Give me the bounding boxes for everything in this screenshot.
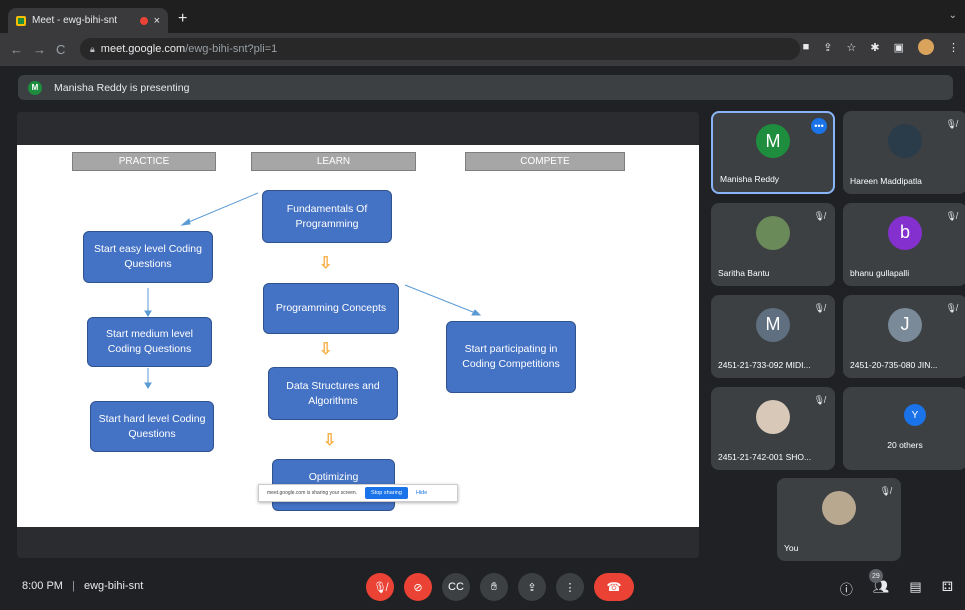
practice-box-medium: Start medium level Coding Questions <box>87 317 212 367</box>
participant-name: Manisha Reddy <box>720 174 780 184</box>
lock-icon[interactable]: 🔒︎ <box>90 44 95 55</box>
participant-name: 2451-20-735-080 JIN... <box>850 360 938 370</box>
browser-tab[interactable]: Meet - ewg-bihi-snt × <box>8 8 168 33</box>
avatar <box>888 123 922 158</box>
participant-tile[interactable]: 🎙︎̸ 2451-21-742-001 SHO... <box>711 387 835 470</box>
url-domain: meet.google.com <box>100 43 186 55</box>
mic-off-icon: 🎙︎̸ <box>813 211 825 221</box>
more-icon[interactable]: ⋮ <box>556 573 584 601</box>
side-panel-icon[interactable]: ▣ <box>894 41 904 55</box>
stop-sharing-button[interactable]: Stop sharing <box>365 487 408 499</box>
compete-box: Start participating in Coding Competitio… <box>446 321 576 393</box>
others-count: 20 others <box>887 440 923 450</box>
separator: | <box>72 580 75 592</box>
mic-off-icon: 🎙︎̸ <box>813 395 825 405</box>
people-count-badge: 29 <box>868 569 883 583</box>
participant-tile[interactable]: 🎙︎̸ Saritha Bantu <box>711 203 835 286</box>
camera-in-use-icon[interactable]: ■ <box>803 41 810 55</box>
presenting-text: Manisha Reddy is presenting <box>54 81 190 94</box>
bookmark-star-icon[interactable]: ☆ <box>847 41 857 55</box>
header-practice: PRACTICE <box>72 152 216 171</box>
tab-title: Meet - ewg-bihi-snt <box>32 15 118 26</box>
raise-hand-icon[interactable]: ✋︎ <box>480 573 508 601</box>
practice-box-easy: Start easy level Coding Questions <box>83 231 213 283</box>
mic-off-icon: 🎙︎̸ <box>945 211 957 221</box>
activities-icon[interactable]: ⚃ <box>942 579 953 598</box>
meet-favicon-icon <box>16 15 26 26</box>
profile-avatar[interactable] <box>918 39 934 55</box>
extensions-icon[interactable]: ✱ <box>870 41 879 55</box>
header-learn: LEARN <box>251 152 416 171</box>
meeting-time: 8:00 PM <box>22 580 63 592</box>
back-icon[interactable]: ← <box>10 42 23 57</box>
url-path: /ewg-bihi-snt?pli=1 <box>185 43 278 55</box>
avatar <box>756 399 790 434</box>
learn-box-fundamentals: Fundamentals Of Programming <box>262 190 392 243</box>
participant-tile[interactable]: 🎙︎̸ J 2451-20-735-080 JIN... <box>843 295 965 378</box>
avatar: b <box>888 215 922 250</box>
participant-name: bhanu gullapalli <box>850 268 910 278</box>
more-options-icon[interactable]: ••• <box>811 118 827 134</box>
captions-icon[interactable]: CC <box>442 573 470 601</box>
mic-off-icon: 🎙︎̸ <box>813 303 825 313</box>
reload-icon[interactable]: C <box>56 42 65 57</box>
avatar <box>822 490 856 525</box>
tab-close-button[interactable]: × <box>154 15 160 27</box>
avatar: M <box>756 307 790 342</box>
learn-box-dsa: Data Structures and Algorithms <box>268 367 398 420</box>
mic-off-icon[interactable]: 🎙︎̸ <box>366 573 394 601</box>
mic-off-icon: 🎙︎̸ <box>945 303 957 313</box>
end-call-icon[interactable]: ☎︎ <box>594 573 634 601</box>
header-compete: COMPETE <box>465 152 625 171</box>
presenter-avatar: M <box>28 80 42 95</box>
info-icon[interactable]: ⓘ <box>840 579 853 598</box>
avatar <box>756 215 790 250</box>
self-tile[interactable]: 🎙︎̸ You <box>777 478 901 561</box>
forward-icon[interactable]: → <box>33 42 46 57</box>
participant-tile[interactable]: 🎙︎̸ M 2451-21-733-092 MIDI... <box>711 295 835 378</box>
people-icon[interactable]: 29 👥︎ <box>868 569 889 598</box>
avatar <box>884 404 907 427</box>
presenting-banner: M Manisha Reddy is presenting <box>18 75 953 100</box>
participant-name: Saritha Bantu <box>718 268 770 278</box>
participant-tile[interactable]: 🎙︎̸ Hareen Maddipatla <box>843 111 965 194</box>
shared-slide: PRACTICE LEARN COMPETE Start easy level … <box>17 145 699 527</box>
participant-name: 2451-21-733-092 MIDI... <box>718 360 811 370</box>
avatar: J <box>888 307 922 342</box>
others-tile[interactable]: Y 20 others <box>843 387 965 470</box>
present-icon[interactable]: ⇪ <box>518 573 546 601</box>
practice-box-hard: Start hard level Coding Questions <box>90 401 214 452</box>
address-toolbar: ← → C 🔒︎ meet.google.com /ewg-bihi-snt?p… <box>0 33 965 66</box>
share-icon[interactable]: ⇪ <box>823 41 832 55</box>
browser-menu-icon[interactable]: ⋮ <box>948 41 959 55</box>
meeting-controls-bar: 8:00 PM | ewg-bihi-snt 🎙︎̸ ⊘ CC ✋︎ ⇪ ⋮ ☎… <box>0 565 965 610</box>
screen-share-notice: meet.google.com is sharing your screen. … <box>258 484 458 502</box>
participant-name: 2451-21-742-001 SHO... <box>718 452 812 462</box>
avatar: Y <box>903 404 926 427</box>
meeting-info: 8:00 PM | ewg-bihi-snt <box>22 580 143 592</box>
participant-name: Hareen Maddipatla <box>850 176 922 186</box>
cam-off-icon[interactable]: ⊘ <box>404 573 432 601</box>
address-bar[interactable]: 🔒︎ meet.google.com /ewg-bihi-snt?pli=1 <box>80 38 800 60</box>
meeting-code: ewg-bihi-snt <box>83 580 144 592</box>
new-tab-button[interactable]: + <box>178 10 187 28</box>
down-arrow-icon: ⇩ <box>319 255 333 272</box>
chat-icon[interactable]: ▤ <box>909 579 921 598</box>
hide-notice-button[interactable]: Hide <box>416 490 427 496</box>
learn-box-concepts: Programming Concepts <box>263 283 399 334</box>
down-arrow-icon: ⇩ <box>319 341 333 358</box>
browser-tab-strip: Meet - ewg-bihi-snt × + ⌄ <box>0 0 965 33</box>
share-notice-text: meet.google.com is sharing your screen. <box>267 490 358 496</box>
participant-tile[interactable]: 🎙︎̸ b bhanu gullapalli <box>843 203 965 286</box>
participant-name: You <box>784 543 799 553</box>
participant-tile[interactable]: ••• M Manisha Reddy <box>711 111 835 194</box>
tab-search-chevron-icon[interactable]: ⌄ <box>949 10 957 21</box>
mic-off-icon: 🎙︎̸ <box>945 119 957 129</box>
mic-off-icon: 🎙︎̸ <box>879 486 891 496</box>
recording-dot-icon <box>139 16 148 25</box>
down-arrow-icon: ⇩ <box>323 432 337 449</box>
avatar: M <box>756 124 790 159</box>
